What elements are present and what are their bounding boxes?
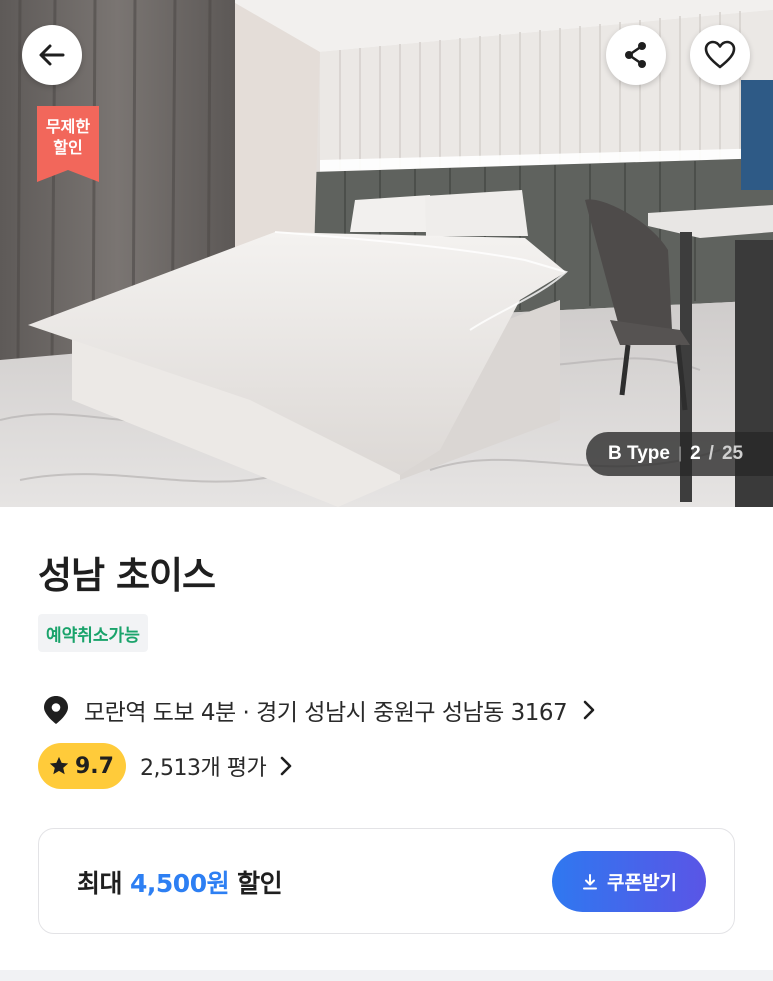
- chevron-right-icon: [280, 756, 292, 776]
- chevron-right-icon: [583, 700, 595, 720]
- cancel-available-badge: 예약취소가능: [38, 614, 148, 652]
- room-type-label: B Type: [608, 443, 670, 464]
- like-button[interactable]: [690, 25, 750, 85]
- location-link[interactable]: 모란역 도보 4분 · 경기 성남시 중원구 성남동 3167: [42, 690, 595, 730]
- rating-badge: 9.7: [38, 743, 126, 789]
- coupon-card: 최대 4,500원 할인 쿠폰받기: [38, 828, 735, 934]
- room-photo-carousel[interactable]: 무제한 할인 B Type | 2 / 25: [0, 0, 773, 507]
- coupon-suffix: 할인: [237, 869, 283, 898]
- counter-divider: |: [677, 445, 683, 462]
- photo-index: 2: [690, 443, 701, 464]
- coupon-discount-text: 최대 4,500원 할인: [77, 829, 283, 935]
- review-count: 2,513개 평가: [139, 756, 267, 781]
- location-pin-icon: [44, 696, 68, 724]
- section-divider: [0, 970, 773, 981]
- share-button[interactable]: [606, 25, 666, 85]
- heart-icon: [704, 40, 736, 69]
- property-name: 성남 초이스: [38, 554, 216, 597]
- back-arrow-icon: [39, 44, 65, 66]
- share-icon: [625, 42, 646, 68]
- coupon-prefix: 최대: [77, 869, 123, 898]
- reviews-link[interactable]: 9.7 2,513개 평가: [38, 742, 292, 790]
- get-coupon-button[interactable]: 쿠폰받기: [552, 851, 706, 912]
- counter-slash: /: [708, 443, 714, 464]
- promo-badge-text: 무제한 할인: [45, 117, 91, 157]
- download-icon: [583, 873, 598, 889]
- hotel-detail-page: 무제한 할인 B Type | 2 / 25 성남 초이스 예약취소가능 모란역…: [0, 0, 773, 981]
- star-icon: [49, 756, 69, 775]
- unlimited-discount-badge: 무제한 할인: [37, 106, 99, 182]
- back-button[interactable]: [22, 25, 82, 85]
- photo-total: 25: [721, 443, 744, 464]
- coupon-amount: 4,500원: [130, 869, 230, 898]
- get-coupon-label: 쿠폰받기: [607, 872, 677, 894]
- location-text: 모란역 도보 4분 · 경기 성남시 중원구 성남동 3167: [84, 700, 568, 726]
- photo-counter: B Type | 2 / 25: [586, 432, 773, 476]
- rating-score: 9.7: [75, 753, 114, 779]
